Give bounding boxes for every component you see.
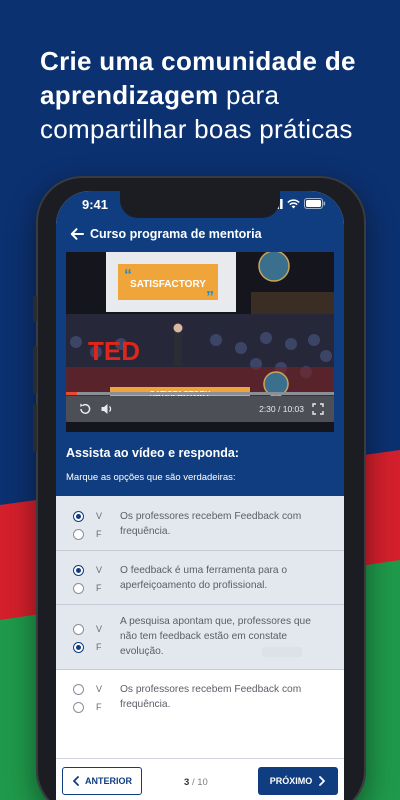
label-f: F (96, 529, 102, 539)
radio-f[interactable] (73, 702, 84, 713)
svg-text:”: ” (206, 289, 214, 306)
chevron-right-icon (319, 776, 326, 786)
nav-bar: Curso programa de mentoria (56, 223, 344, 249)
radio-f[interactable] (73, 529, 84, 540)
label-f: F (96, 702, 102, 712)
previous-label: ANTERIOR (85, 776, 132, 786)
option-item[interactable]: V F Os professores recebem Feedback com … (56, 670, 344, 726)
label-f: F (96, 583, 102, 593)
wifi-icon (287, 198, 300, 208)
footer-nav: ANTERIOR 3 / 10 PRÓXIMO (56, 758, 344, 800)
volume-icon[interactable] (100, 402, 114, 416)
seek-progress (66, 392, 77, 395)
video-controls: 2:30 / 10:03 (66, 392, 334, 422)
app-screen: 9:41 Curso programa de mentoria SATISFAC… (56, 191, 344, 800)
headline-line-2-bold: aprendizagem (40, 80, 219, 110)
option-item[interactable]: V F A pesquisa apontam que, professores … (56, 605, 344, 670)
previous-button[interactable]: ANTERIOR (62, 767, 142, 795)
chevron-left-icon (73, 776, 79, 786)
page-current: 3 (184, 777, 190, 788)
radio-f[interactable] (73, 642, 84, 653)
slide-text: SATISFACTORY (130, 279, 206, 290)
headline-line-1: Crie uma comunidade de (40, 46, 356, 76)
option-text: O feedback é uma ferramenta para o aperf… (120, 565, 288, 591)
next-label: PRÓXIMO (269, 776, 313, 786)
next-button[interactable]: PRÓXIMO (258, 767, 338, 795)
label-v: V (96, 684, 103, 694)
status-time: 9:41 (82, 197, 109, 212)
replay-icon[interactable] (78, 402, 92, 416)
radio-v[interactable] (73, 624, 84, 635)
question-subtitle: Marque as opções que são verdadeiras: (66, 472, 236, 483)
label-f: F (96, 642, 102, 652)
page-title: Curso programa de mentoria (90, 227, 262, 241)
radio-v[interactable] (73, 511, 84, 522)
ted-logo: TED (88, 336, 140, 366)
options-list: V F Os professores recebem Feedback com … (56, 496, 344, 726)
option-text: Os professores recebem Feedback com freq… (120, 511, 302, 537)
seek-bar[interactable] (66, 392, 334, 395)
fullscreen-icon[interactable] (312, 403, 324, 415)
page-total: / 10 (191, 777, 208, 788)
label-v: V (96, 624, 103, 634)
video-time: 2:30 / 10:03 (259, 404, 304, 414)
svg-text:“: “ (124, 267, 132, 284)
faded-chip (262, 647, 302, 657)
radio-v[interactable] (73, 565, 84, 576)
headline: Crie uma comunidade de aprendizagem para… (40, 44, 380, 146)
headline-line-3: compartilhar boas práticas (40, 114, 353, 144)
option-item[interactable]: V F Os professores recebem Feedback com … (56, 496, 344, 551)
question-title: Assista ao vídeo e responda: (66, 446, 239, 460)
radio-f[interactable] (73, 583, 84, 594)
radio-v[interactable] (73, 684, 84, 695)
back-arrow-icon[interactable] (68, 225, 86, 243)
label-v: V (96, 565, 103, 575)
page-indicator: 3 / 10 (184, 777, 208, 788)
option-text: Os professores recebem Feedback com freq… (120, 684, 302, 710)
headline-line-2-rest: para (225, 80, 280, 110)
label-v: V (96, 511, 103, 521)
app-header-area: 9:41 Curso programa de mentoria SATISFAC… (56, 191, 344, 496)
option-item[interactable]: V F O feedback é uma ferramenta para o a… (56, 551, 344, 605)
phone-notch (120, 190, 280, 218)
battery-icon (304, 198, 326, 209)
